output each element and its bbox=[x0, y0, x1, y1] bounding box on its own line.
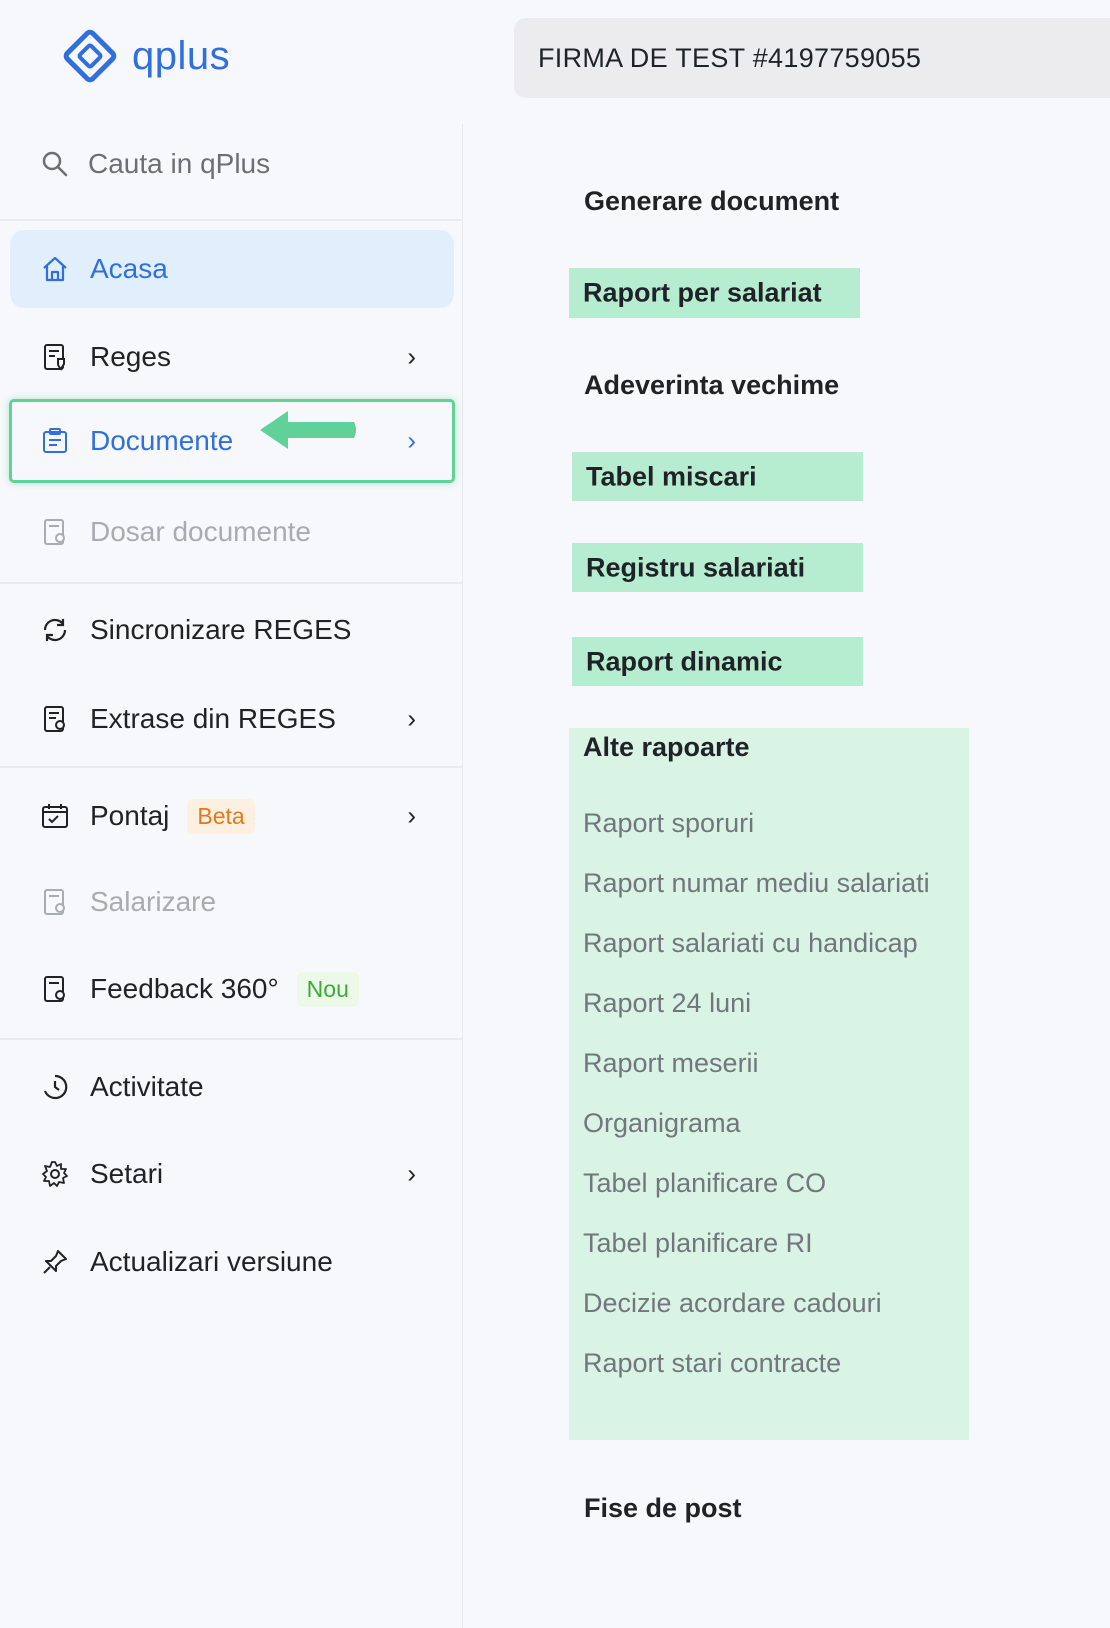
gear-icon bbox=[40, 1159, 70, 1189]
sync-icon bbox=[40, 615, 70, 645]
sidebar-item-activitate[interactable]: Activitate bbox=[10, 1048, 454, 1126]
arrow-pointer-icon bbox=[260, 411, 356, 449]
alte-rapoarte-section: Alte rapoarte Raport sporuri Raport numa… bbox=[569, 728, 969, 1440]
menu-link-raport-sporuri[interactable]: Raport sporuri bbox=[583, 808, 930, 868]
feedback-document-icon bbox=[40, 974, 70, 1004]
sidebar-item-label: Salarizare bbox=[90, 886, 217, 917]
menu-link-adeverinta-vechime[interactable]: Adeverinta vechime bbox=[584, 370, 839, 401]
qplus-logo[interactable]: qplus bbox=[62, 28, 230, 84]
pin-icon bbox=[40, 1247, 70, 1277]
divider bbox=[0, 219, 462, 221]
menu-link-tabel-planificare-co[interactable]: Tabel planificare CO bbox=[583, 1168, 930, 1228]
menu-link-raport-dinamic[interactable]: Raport dinamic bbox=[572, 637, 863, 686]
search-icon bbox=[42, 151, 68, 177]
menu-link-label: Tabel miscari bbox=[586, 461, 757, 491]
menu-link-raport-meserii[interactable]: Raport meserii bbox=[583, 1048, 930, 1108]
salary-document-icon bbox=[40, 887, 70, 917]
search-placeholder: Cauta in qPlus bbox=[88, 148, 271, 179]
sidebar-item-feedback-360[interactable]: Feedback 360° Nou bbox=[10, 950, 454, 1028]
sidebar-item-label: Setari bbox=[90, 1158, 164, 1189]
sidebar-item-label: Dosar documente bbox=[90, 516, 312, 547]
sidebar-item-label: Extrase din REGES bbox=[90, 703, 336, 734]
sidebar-item-label: Feedback 360° bbox=[90, 973, 279, 1004]
sidebar-item-label: Pontaj bbox=[90, 800, 170, 831]
menu-link-label: Raport dinamic bbox=[586, 646, 783, 676]
menu-link-label: Registru salariati bbox=[586, 552, 806, 582]
sidebar-item-sincronizare-reges[interactable]: Sincronizare REGES bbox=[10, 591, 454, 669]
menu-link-raport-numar-mediu-salariati[interactable]: Raport numar mediu salariati bbox=[583, 868, 930, 928]
sidebar-item-actualizari-versiune[interactable]: Actualizari versiune bbox=[10, 1223, 454, 1301]
menu-link-registru-salariati[interactable]: Registru salariati bbox=[572, 543, 863, 592]
chevron-right-icon: › bbox=[407, 800, 416, 831]
menu-link-label: Raport per salariat bbox=[583, 277, 822, 308]
sidebar-item-label: Documente bbox=[90, 425, 234, 456]
menu-link-raport-salariati-cu-handicap[interactable]: Raport salariati cu handicap bbox=[583, 928, 930, 988]
menu-link-tabel-miscari[interactable]: Tabel miscari bbox=[572, 452, 863, 501]
company-name: FIRMA DE TEST #4197759055 bbox=[538, 42, 922, 73]
menu-link-raport-per-salariat[interactable]: Raport per salariat bbox=[569, 268, 860, 318]
beta-badge: Beta bbox=[187, 798, 255, 834]
brand-name: qplus bbox=[132, 33, 231, 78]
document-shield-icon bbox=[40, 342, 70, 372]
sidebar-item-label: Reges bbox=[90, 341, 171, 372]
new-badge: Nou bbox=[296, 971, 359, 1007]
calendar-check-icon bbox=[40, 801, 70, 831]
sidebar-item-dosar-documente[interactable]: Dosar documente bbox=[10, 493, 454, 571]
menu-link-tabel-planificare-ri[interactable]: Tabel planificare RI bbox=[583, 1228, 930, 1288]
sidebar-item-label: Activitate bbox=[90, 1071, 204, 1102]
chevron-right-icon: › bbox=[407, 425, 416, 456]
sidebar-item-label: Sincronizare REGES bbox=[90, 614, 352, 645]
chevron-right-icon: › bbox=[407, 703, 416, 734]
company-selector[interactable]: FIRMA DE TEST #4197759055 bbox=[514, 18, 1110, 98]
divider bbox=[0, 1038, 462, 1040]
menu-link-raport-stari-contracte[interactable]: Raport stari contracte bbox=[583, 1348, 930, 1408]
alte-rapoarte-title: Alte rapoarte bbox=[583, 732, 750, 762]
folder-document-icon bbox=[40, 517, 70, 547]
menu-link-raport-24-luni[interactable]: Raport 24 luni bbox=[583, 988, 930, 1048]
documents-icon bbox=[40, 426, 70, 456]
sidebar-item-reges[interactable]: Reges › bbox=[10, 318, 454, 396]
sidebar-item-documente[interactable]: Documente › bbox=[9, 399, 455, 483]
menu-link-generare-document[interactable]: Generare document bbox=[584, 186, 839, 217]
chevron-right-icon: › bbox=[407, 341, 416, 372]
sidebar-item-label: Acasa bbox=[90, 253, 168, 284]
search-field[interactable]: Cauta in qPlus bbox=[40, 148, 270, 180]
divider bbox=[0, 582, 462, 584]
sidebar-item-acasa[interactable]: Acasa bbox=[10, 230, 454, 308]
sidebar-item-salarizare[interactable]: Salarizare bbox=[10, 863, 454, 941]
menu-link-decizie-acordare-cadouri[interactable]: Decizie acordare cadouri bbox=[583, 1288, 930, 1348]
extract-document-icon bbox=[40, 704, 70, 734]
sidebar-item-pontaj[interactable]: Pontaj Beta › bbox=[10, 777, 454, 855]
chevron-right-icon: › bbox=[407, 1158, 416, 1189]
sidebar-item-extrase-din-reges[interactable]: Extrase din REGES › bbox=[10, 680, 454, 758]
menu-link-organigrama[interactable]: Organigrama bbox=[583, 1108, 930, 1168]
clock-history-icon bbox=[40, 1072, 70, 1102]
home-icon bbox=[40, 254, 70, 284]
sidebar-item-setari[interactable]: Setari › bbox=[10, 1135, 454, 1213]
sidebar-item-label: Actualizari versiune bbox=[90, 1246, 333, 1277]
alte-rapoarte-list: Raport sporuri Raport numar mediu salari… bbox=[583, 808, 930, 1408]
menu-link-fise-de-post[interactable]: Fise de post bbox=[584, 1493, 742, 1524]
divider bbox=[0, 766, 462, 768]
qplus-diamond-icon bbox=[63, 29, 117, 83]
